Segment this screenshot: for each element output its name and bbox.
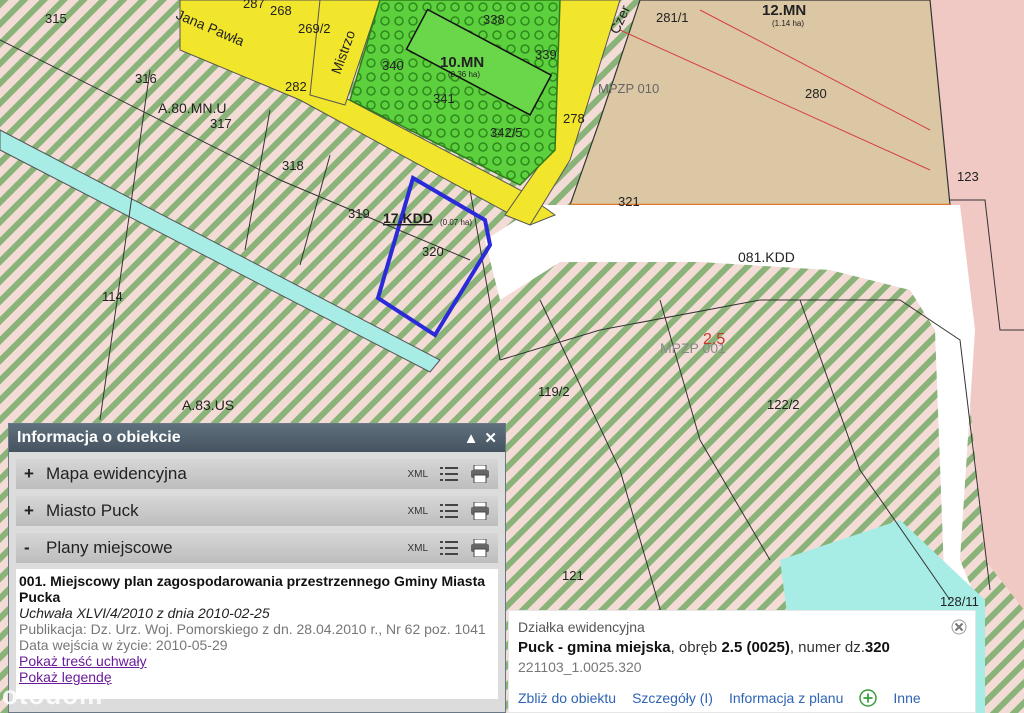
label-mpzp: MPZP 010 [598, 81, 659, 96]
section-plany-miejscowe[interactable]: - Plany miejscowe XML [16, 533, 498, 563]
label-obreb: 2.5 [703, 331, 725, 348]
list-icon[interactable] [440, 466, 458, 482]
xml-icon[interactable]: XML [407, 543, 428, 554]
label-parcel: 278 [563, 111, 585, 126]
nr-prefix: , numer dz. [789, 639, 865, 656]
label-parcel-320: 320 [422, 244, 444, 259]
label-zone-area: (1.14 ha) [772, 19, 804, 28]
label-zone-area: (0.07 ha) [440, 218, 472, 227]
parcel-place: Puck - gmina miejska [518, 639, 671, 656]
expand-icon[interactable]: + [24, 464, 46, 484]
label-parcel: 341 [433, 91, 455, 106]
label-parcel: 340 [382, 58, 404, 73]
list-icon[interactable] [440, 503, 458, 519]
label-zone: A.80.MN.U [158, 100, 226, 116]
obreb-prefix: , obręb [670, 639, 722, 656]
parcel-type: Działka ewidencyjna [518, 619, 645, 635]
print-icon[interactable] [470, 539, 490, 557]
label-parcel: 281/1 [656, 10, 689, 25]
label-parcel: 316 [135, 71, 157, 86]
label-road: 081.KDD [738, 249, 795, 265]
label-parcel: 268 [270, 3, 292, 18]
parcel-id: 221103_1.0025.320 [518, 659, 642, 675]
object-info-panel: Informacja o obiekcie ▲ ✕ + Mapa ewidenc… [8, 423, 506, 713]
label-zone-area: (0.36 ha) [448, 70, 480, 79]
label-parcel: 317 [210, 116, 232, 131]
label-parcel: 342/5 [490, 125, 523, 140]
label-zone: A.83.US [182, 397, 234, 413]
section-mapa-ewidencyjna[interactable]: + Mapa ewidencyjna XML [16, 459, 498, 489]
close-icon[interactable] [951, 619, 967, 635]
xml-icon[interactable]: XML [407, 469, 428, 480]
panel-title: Informacja o obiekcie [17, 429, 181, 446]
watermark: otodom [2, 680, 104, 710]
other-link[interactable]: Inne [893, 690, 920, 706]
label-parcel: 319 [348, 206, 370, 221]
label-parcel: 122/2 [767, 397, 800, 412]
label-zone: 10.MN [440, 54, 484, 71]
print-icon[interactable] [470, 465, 490, 483]
label-parcel: 121 [562, 568, 584, 583]
details-link[interactable]: Szczegóły (I) [632, 690, 713, 706]
label-parcel: 114 [102, 289, 123, 304]
section-title: Miasto Puck [46, 501, 139, 520]
plus-circle-icon[interactable] [859, 689, 878, 707]
section-title: Mapa ewidencyjna [46, 464, 187, 483]
label-parcel: 128/11 [940, 594, 979, 609]
list-icon[interactable] [440, 540, 458, 556]
section-title: Plany miejscowe [46, 538, 173, 557]
label-parcel: 123 [957, 169, 979, 184]
print-icon[interactable] [470, 502, 490, 520]
label-parcel: 321 [618, 194, 640, 209]
section-miasto-puck[interactable]: + Miasto Puck XML [16, 496, 498, 526]
label-parcel: 315 [45, 11, 67, 26]
label-zone: 12.MN [762, 2, 806, 19]
show-resolution-link[interactable]: Pokaż treść uchwały [19, 653, 495, 669]
label-parcel: 339 [535, 47, 557, 62]
plan-heading: 001. Miejscowy plan zagospodarowania prz… [19, 573, 486, 605]
plan-publication: Publikacja: Dz. Urz. Woj. Pomorskiego z … [19, 621, 486, 653]
label-zone: 17.KDD [383, 210, 433, 226]
popup-actions: Zbliż do obiektu Szczegóły (I) Informacj… [518, 689, 966, 707]
label-parcel: 318 [282, 158, 304, 173]
parcel-obreb: 2.5 (0025) [721, 639, 790, 656]
plan-info-link[interactable]: Informacja z planu [729, 690, 843, 706]
label-parcel: 119/2 [538, 384, 570, 399]
parcel-popup: Działka ewidencyjna Puck - gmina miejska… [508, 610, 976, 713]
xml-icon[interactable]: XML [407, 506, 428, 517]
label-parcel: 287 [243, 0, 265, 11]
label-parcel: 338 [483, 12, 505, 27]
collapse-icon[interactable]: - [24, 538, 46, 558]
parcel-number: 320 [864, 639, 890, 656]
expand-icon[interactable]: + [24, 501, 46, 521]
triangle-up-icon[interactable]: ▲ [464, 431, 479, 446]
zoom-to-object-link[interactable]: Zbliż do obiektu [518, 690, 616, 706]
label-parcel: 269/2 [298, 21, 331, 36]
label-parcel: 280 [805, 86, 827, 101]
parcel-description: Puck - gmina miejska, obręb 2.5 (0025), … [518, 639, 966, 656]
close-icon[interactable]: ✕ [484, 431, 497, 446]
plan-resolution: Uchwała XLVI/4/2010 z dnia 2010-02-25 [19, 605, 270, 621]
panel-header[interactable]: Informacja o obiekcie ▲ ✕ [9, 424, 505, 452]
label-parcel: 282 [285, 79, 307, 94]
